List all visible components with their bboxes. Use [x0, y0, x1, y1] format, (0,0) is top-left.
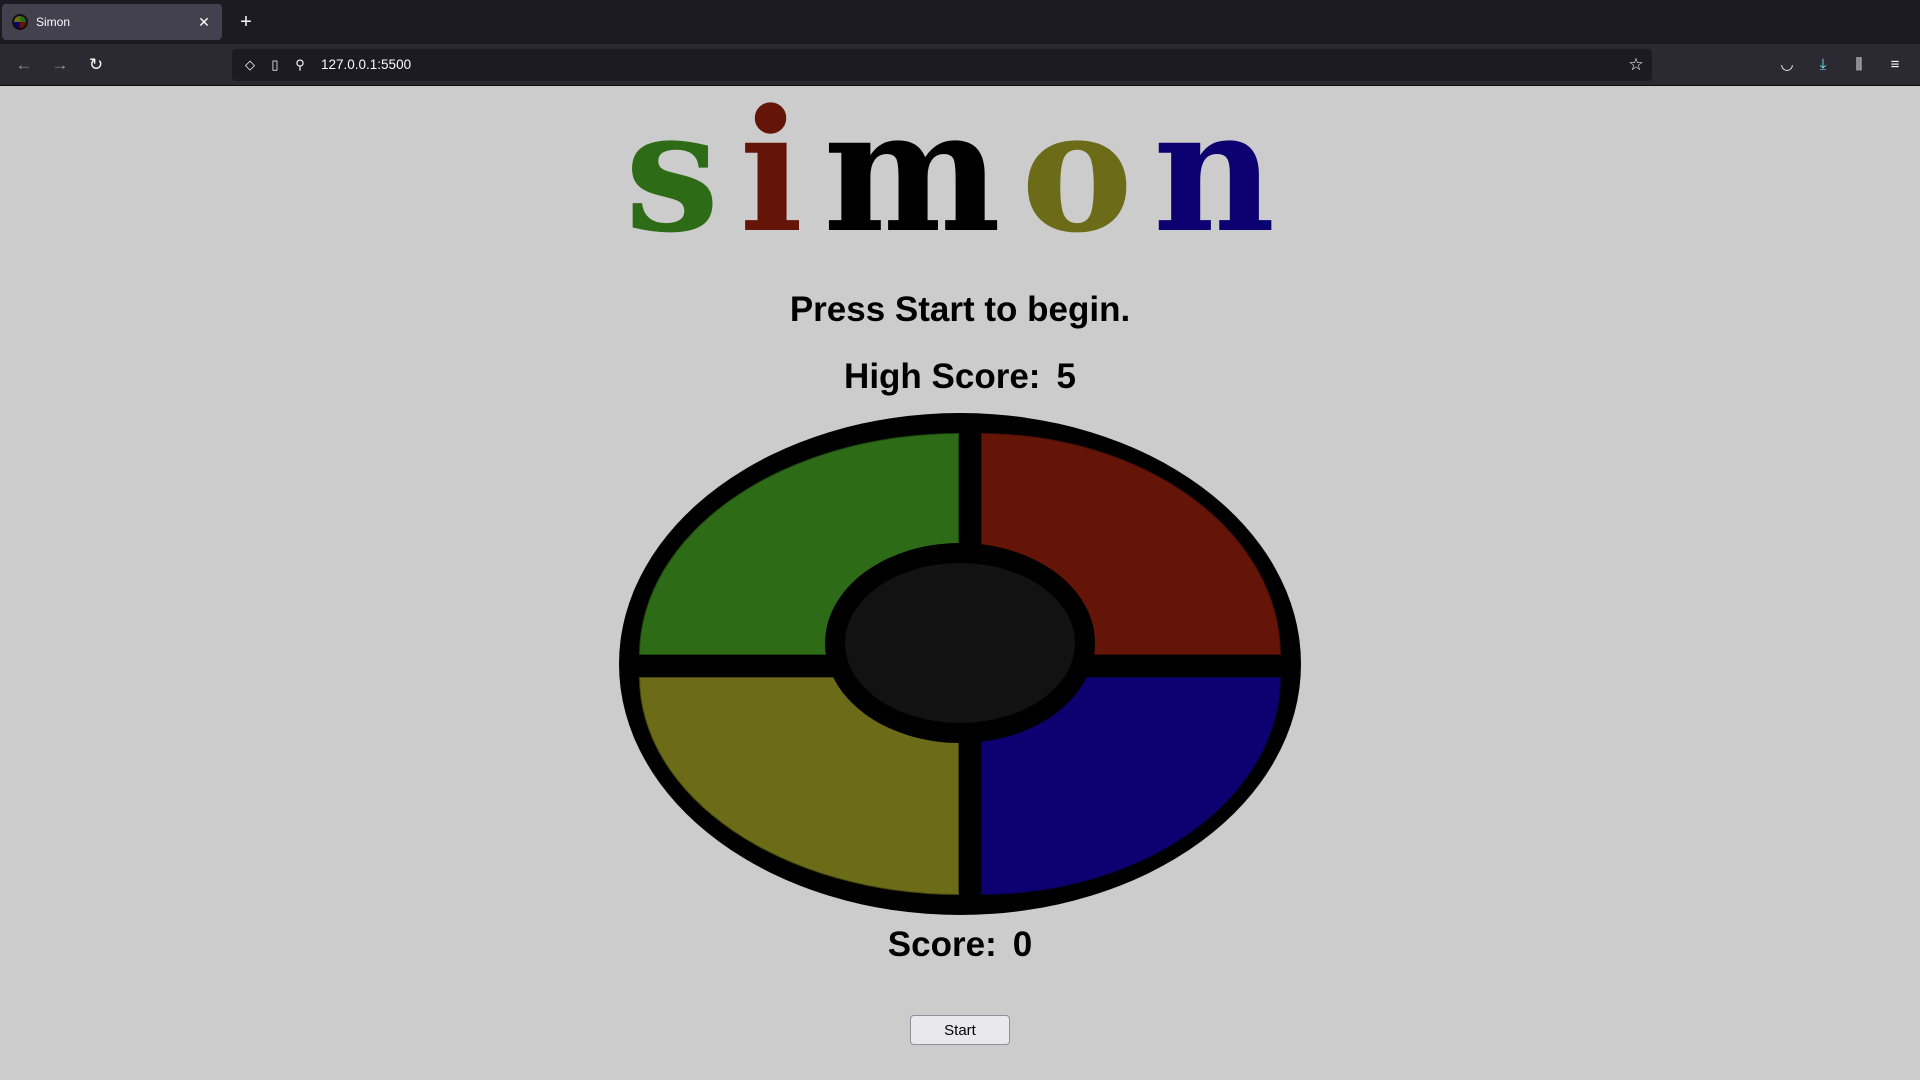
logo-letter-n: n	[1153, 72, 1296, 270]
high-score-value: 5	[1056, 357, 1076, 396]
logo-letter-s: s	[624, 72, 740, 270]
shield-icon[interactable]: ◇	[241, 56, 259, 74]
logo-letter-i: i	[739, 72, 824, 270]
simon-logo: simon	[0, 72, 1920, 270]
status-message: Press Start to begin.	[789, 290, 1131, 329]
start-button[interactable]: Start	[910, 1015, 1010, 1045]
new-tab-button[interactable]: +	[234, 10, 258, 34]
forward-icon[interactable]: →	[48, 53, 72, 77]
url-text[interactable]: 127.0.0.1:5500	[321, 57, 411, 72]
downloads-icon[interactable]: ⤓	[1811, 53, 1835, 77]
center-hub-inner	[845, 563, 1075, 723]
reload-icon[interactable]: ↻	[84, 53, 108, 77]
back-icon[interactable]: ←	[12, 53, 36, 77]
high-score: High Score: 5	[0, 357, 1920, 397]
simon-board	[619, 413, 1301, 915]
score-value: 0	[1012, 925, 1033, 964]
menu-icon[interactable]: ≡	[1883, 53, 1907, 77]
pocket-icon[interactable]: ◡	[1775, 53, 1799, 77]
library-icon[interactable]: ⫼	[1847, 53, 1871, 77]
logo-letter-m: m	[823, 72, 1021, 270]
logo-letter-o: o	[1020, 72, 1154, 270]
tab-bar: Simon ✕ +	[0, 0, 1920, 44]
score-label: Score:	[887, 925, 997, 964]
simon-favicon-icon	[12, 14, 28, 30]
center-hub	[825, 543, 1095, 743]
tab-title: Simon	[36, 15, 71, 29]
permissions-icon[interactable]: ⚲	[291, 56, 309, 74]
bookmark-star-icon[interactable]: ☆	[1626, 55, 1646, 75]
page-icon[interactable]: ▯	[266, 56, 284, 74]
high-score-label: High Score:	[844, 357, 1041, 396]
close-tab-icon[interactable]: ✕	[192, 14, 216, 31]
tab-simon[interactable]: Simon ✕	[2, 4, 222, 40]
score: Score: 0	[0, 925, 1920, 965]
